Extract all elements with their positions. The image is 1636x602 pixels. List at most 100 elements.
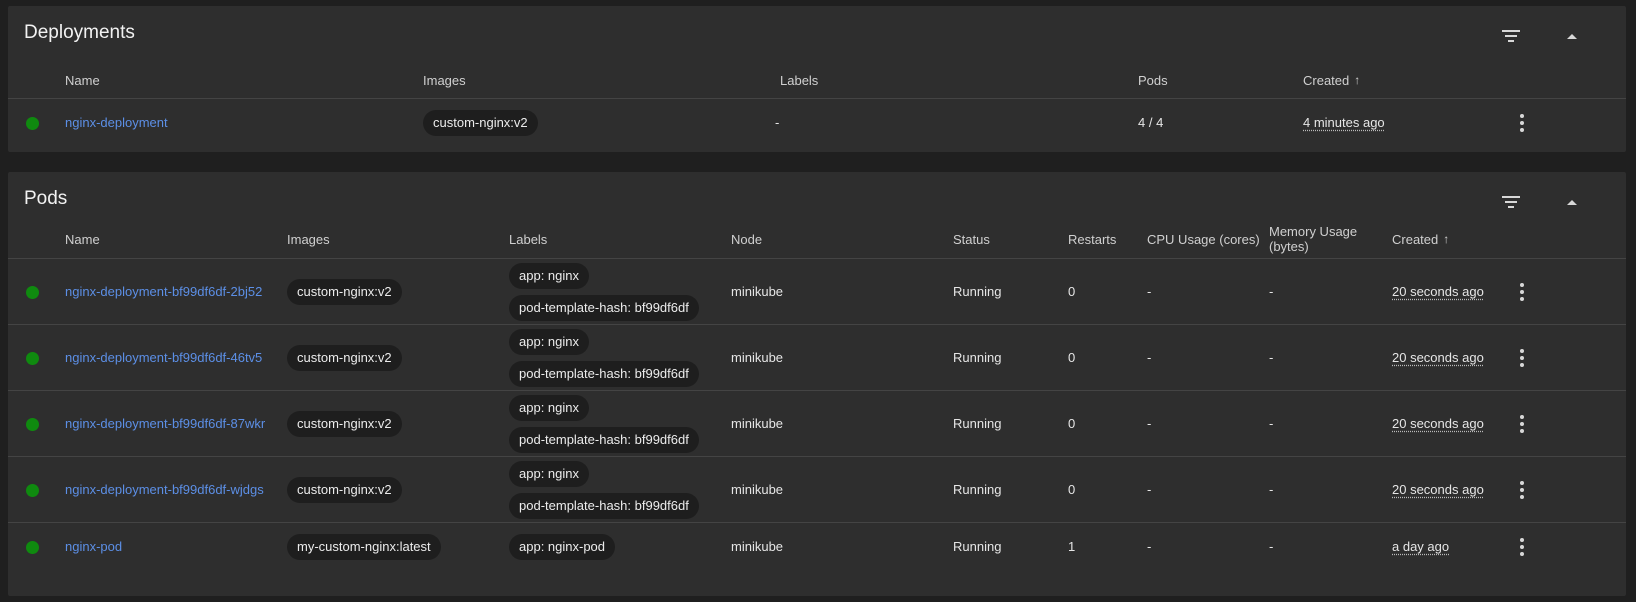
restarts-value: 0 <box>1068 350 1076 365</box>
column-header-memory-line1: Memory Usage <box>1269 224 1358 239</box>
sort-ascending-icon: ↑ <box>1443 232 1450 246</box>
memory-value: - <box>1269 416 1274 431</box>
pod-name-link[interactable]: nginx-deployment-bf99df6df-87wkr <box>65 416 265 431</box>
column-header-cpu: CPU Usage (cores) <box>1147 231 1260 247</box>
image-chip: custom-nginx:v2 <box>287 410 402 437</box>
status-dot-icon <box>26 285 39 299</box>
column-header-pods: Pods <box>1138 72 1168 88</box>
deployments-title: Deployments <box>24 22 135 43</box>
node-value: minikube <box>731 284 784 299</box>
deployments-card: Deployments Name Images Labels Pods Crea… <box>8 6 1626 152</box>
table-row: nginx-deployment-bf99df6df-2bj52 custom-n… <box>8 258 1626 324</box>
column-header-restarts: Restarts <box>1068 231 1117 247</box>
status-dot-icon <box>26 483 39 497</box>
pod-name-link[interactable]: nginx-deployment-bf99df6df-2bj52 <box>65 284 262 299</box>
more-vert-icon[interactable] <box>1510 412 1534 436</box>
deployment-name-link[interactable]: nginx-deployment <box>65 115 168 130</box>
caret-up-icon <box>1567 33 1577 39</box>
pods-filter-button[interactable] <box>1493 184 1529 220</box>
created-timestamp: 20 seconds ago <box>1392 350 1484 365</box>
column-header-created-label: Created <box>1392 231 1439 247</box>
cpu-value: - <box>1147 416 1152 431</box>
label-chip: pod-template-hash: bf99df6df <box>509 294 699 321</box>
more-vert-icon[interactable] <box>1510 535 1534 559</box>
status-dot-icon <box>26 116 39 130</box>
label-chip: pod-template-hash: bf99df6df <box>509 492 699 519</box>
status-value: Running <box>953 350 1002 365</box>
column-header-created[interactable]: Created ↑ <box>1303 62 1360 98</box>
memory-value: - <box>1269 539 1274 554</box>
column-header-images: Images <box>423 72 466 88</box>
node-value: minikube <box>731 416 784 431</box>
image-chip: custom-nginx:v2 <box>287 344 402 371</box>
created-timestamp: 4 minutes ago <box>1303 115 1385 130</box>
image-chip: custom-nginx:v2 <box>287 278 402 305</box>
deployments-filter-button[interactable] <box>1493 18 1529 54</box>
label-chip: app: nginx <box>509 328 589 355</box>
image-chip: custom-nginx:v2 <box>423 109 538 136</box>
caret-up-icon <box>1567 199 1577 205</box>
node-value: minikube <box>731 482 784 497</box>
memory-value: - <box>1269 350 1274 365</box>
status-dot-icon <box>26 351 39 365</box>
node-value: minikube <box>731 350 784 365</box>
column-header-created-label: Created <box>1303 72 1350 88</box>
column-header-created[interactable]: Created ↑ <box>1392 220 1449 258</box>
created-timestamp: a day ago <box>1392 539 1450 554</box>
pod-name-link[interactable]: nginx-deployment-bf99df6df-wjdgs <box>65 482 264 497</box>
deployments-table-header: Name Images Labels Pods Created ↑ <box>8 62 1626 98</box>
restarts-value: 0 <box>1068 482 1076 497</box>
status-dot-icon <box>26 540 39 554</box>
restarts-value: 0 <box>1068 416 1076 431</box>
labels-cell: app: nginx pod-template-hash: bf99df6df <box>509 259 699 324</box>
column-header-memory: Memory Usage (bytes) <box>1269 220 1357 258</box>
deployments-collapse-button[interactable] <box>1554 18 1590 54</box>
status-value: Running <box>953 539 1002 554</box>
column-header-node[interactable]: Node <box>731 220 762 258</box>
created-timestamp: 20 seconds ago <box>1392 416 1484 431</box>
memory-value: - <box>1269 284 1274 299</box>
more-vert-icon[interactable] <box>1510 346 1534 370</box>
status-value: Running <box>953 482 1002 497</box>
created-timestamp: 20 seconds ago <box>1392 482 1484 497</box>
restarts-value: 0 <box>1068 284 1076 299</box>
column-header-name[interactable]: Name <box>65 220 100 258</box>
column-header-memory-line2: (bytes) <box>1269 239 1309 254</box>
pods-collapse-button[interactable] <box>1554 184 1590 220</box>
cpu-value: - <box>1147 350 1152 365</box>
label-chip: app: nginx-pod <box>509 533 616 560</box>
column-header-labels: Labels <box>509 231 548 247</box>
cpu-value: - <box>1147 482 1152 497</box>
more-vert-icon[interactable] <box>1510 280 1534 304</box>
pod-name-link[interactable]: nginx-deployment-bf99df6df-46tv5 <box>65 350 262 365</box>
filter-icon <box>1502 30 1520 42</box>
labels-cell: app: nginx pod-template-hash: bf99df6df <box>509 325 699 390</box>
labels-value: - <box>775 115 780 130</box>
status-dot-icon <box>26 417 39 431</box>
labels-cell: app: nginx-pod <box>509 523 616 570</box>
filter-icon <box>1502 196 1520 208</box>
pod-name-link[interactable]: nginx-pod <box>65 539 122 554</box>
cpu-value: - <box>1147 284 1152 299</box>
table-row: nginx-pod my-custom-nginx:latest app: ngin… <box>8 522 1626 570</box>
table-row: nginx-deployment-bf99df6df-46tv5 custom-n… <box>8 324 1626 390</box>
label-chip: app: nginx <box>509 460 589 487</box>
image-chip: custom-nginx:v2 <box>287 476 402 503</box>
table-row: nginx-deployment custom-nginx:v2 - 4 / 4… <box>8 98 1626 146</box>
pods-table-header: Name Images Labels Node Status Restarts … <box>8 220 1626 258</box>
column-header-name[interactable]: Name <box>65 62 100 98</box>
label-chip: pod-template-hash: bf99df6df <box>509 426 699 453</box>
pods-card: Pods Name Images Labels Node Status Rest… <box>8 172 1626 596</box>
sort-ascending-icon: ↑ <box>1354 73 1361 87</box>
status-value: Running <box>953 416 1002 431</box>
table-row: nginx-deployment-bf99df6df-wjdgs custom-n… <box>8 456 1626 522</box>
more-vert-icon[interactable] <box>1510 478 1534 502</box>
label-chip: pod-template-hash: bf99df6df <box>509 360 699 387</box>
more-vert-icon[interactable] <box>1510 111 1534 135</box>
deployments-header: Deployments <box>8 6 1626 62</box>
status-value: Running <box>953 284 1002 299</box>
label-chip: app: nginx <box>509 394 589 421</box>
cpu-value: - <box>1147 539 1152 554</box>
created-timestamp: 20 seconds ago <box>1392 284 1484 299</box>
restarts-value: 1 <box>1068 539 1076 554</box>
